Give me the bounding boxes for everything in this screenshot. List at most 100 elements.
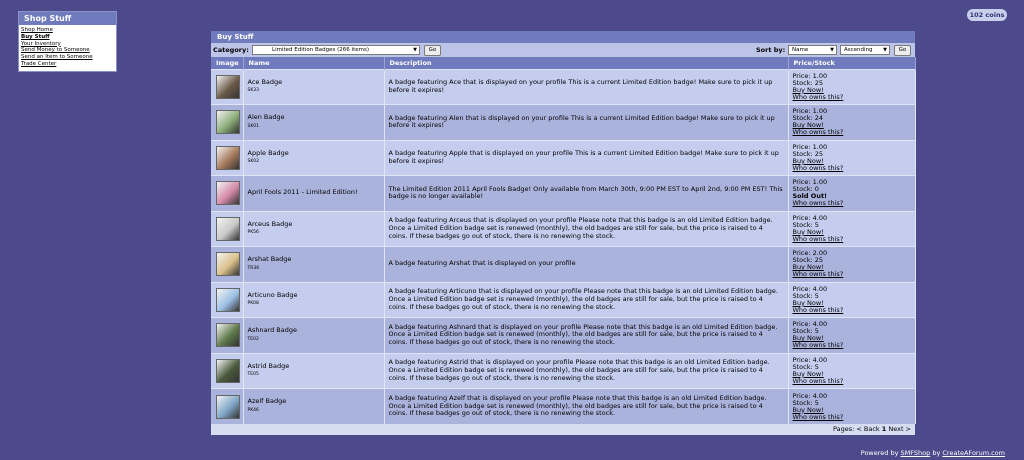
item-description: A badge featuring Apple that is displaye… (384, 139, 789, 176)
who-owns-link[interactable]: Who owns this? (793, 342, 911, 349)
item-name-cell: Apple Badge SK02 (243, 139, 385, 176)
item-image-cell (211, 281, 244, 318)
item-name: Arshat Badge (247, 255, 292, 264)
item-name: Arceus Badge (247, 219, 293, 228)
item-code: TE05 (247, 372, 259, 378)
who-owns-link[interactable]: Who owns this? (793, 235, 911, 243)
item-name-cell: April Fools 2011 - Limited Edition! (243, 175, 385, 211)
sort-field-select[interactable]: Name ▼ (788, 45, 837, 55)
item-image-cell (211, 246, 244, 282)
shop-menu: Shop Stuff Shop Home Buy Stuff Your Invent… (18, 11, 117, 72)
category-label: Category: (213, 46, 249, 54)
pagination-next-link[interactable]: Next > (888, 425, 911, 433)
item-price-stock-cell: Price: 1.00 Stock: 0 Sold Out! Who owns thi… (788, 175, 916, 211)
shop-menu-item[interactable]: Send an Item to Someone (21, 54, 114, 61)
who-owns-link[interactable]: Who owns this? (793, 271, 911, 278)
badge-thumbnail (216, 74, 240, 99)
footer-prefix: Powered by (860, 449, 899, 457)
table-row: Ashnard Badge TE02 A badge featuring Ashna… (211, 317, 916, 353)
item-price-stock-cell: Price: 2.00 Stock: 25 Buy Now! Who owns thi… (788, 246, 916, 282)
column-header-price-stock: Price/Stock (788, 57, 916, 69)
item-description: A badge featuring Articuno that is displ… (384, 281, 789, 318)
item-description: A badge featuring Arceus that is display… (384, 210, 789, 247)
who-owns-link[interactable]: Who owns this? (793, 377, 911, 385)
pagination-prefix: Pages: (832, 425, 855, 433)
sort-order-value: Ascending (844, 47, 873, 53)
item-image-cell (211, 68, 244, 105)
sortby-label: Sort by: (756, 46, 786, 54)
chevron-down-icon: ▼ (413, 47, 417, 53)
sort-field-value: Name (792, 47, 809, 53)
item-name: April Fools 2011 - Limited Edition! (247, 187, 358, 196)
who-owns-link[interactable]: Who owns this? (793, 164, 911, 172)
item-name-cell: Astrid Badge TE05 (243, 352, 385, 389)
item-code: PK08 (247, 301, 259, 307)
badge-thumbnail (216, 323, 240, 348)
category-go-button[interactable]: Go (424, 44, 441, 56)
chevron-down-icon: ▼ (830, 47, 834, 53)
pagination: Pages: < Back 1 Next > (211, 424, 915, 435)
item-price-stock-cell: Price: 4.00 Stock: 5 Buy Now! Who owns this… (788, 281, 916, 318)
shop-menu-item[interactable]: Trade Center (21, 61, 114, 68)
badge-thumbnail (216, 110, 240, 135)
sort-order-select[interactable]: Ascending ▼ (840, 45, 890, 55)
column-header-description: Description (384, 57, 789, 69)
item-description: A badge featuring Ashnard that is displa… (384, 317, 789, 353)
smfshop-link[interactable]: SMFShop (901, 449, 931, 457)
item-name-cell: Ashnard Badge TE02 (243, 317, 385, 353)
who-owns-link[interactable]: Who owns this? (793, 129, 911, 136)
pagination-back-link[interactable]: < Back (856, 425, 879, 433)
shop-menu-item[interactable]: Buy Stuff (21, 34, 114, 41)
item-name-cell: Arceus Badge PK56 (243, 210, 385, 247)
table-row: Azelf Badge PK46 A badge featuring Azelf t… (211, 388, 916, 424)
who-owns-link[interactable]: Who owns this? (793, 306, 911, 314)
item-image-cell (211, 104, 244, 140)
item-code: SK02 (247, 159, 260, 165)
item-price-stock-cell: Price: 4.00 Stock: 5 Buy Now! Who owns this… (788, 352, 916, 389)
shop-menu-item[interactable]: Shop Home (21, 27, 114, 34)
table-row: Apple Badge SK02 A badge featuring Apple t… (211, 139, 916, 176)
column-header-image: Image (211, 57, 244, 69)
footer-credits: Powered by SMFShop by CreateAForum.com (861, 449, 1005, 457)
pagination-current-page: 1 (881, 425, 887, 433)
sort-go-button[interactable]: Go (894, 44, 911, 56)
column-header-name: Name (243, 57, 385, 69)
who-owns-link[interactable]: Who owns this? (793, 93, 911, 101)
shop-menu-item[interactable]: Send Money to Someone (21, 47, 114, 54)
shop-menu-item[interactable]: Your Inventory (21, 41, 114, 48)
table-row: Astrid Badge TE05 A badge featuring Astrid… (211, 352, 916, 389)
createaforum-link[interactable]: CreateAForum.com (942, 449, 1005, 457)
who-owns-link[interactable]: Who owns this? (793, 200, 911, 207)
item-image-cell (211, 388, 244, 424)
item-name-cell: Azelf Badge PK46 (243, 388, 385, 424)
table-header-row: Image Name Description Price/Stock (211, 57, 916, 69)
table-row: Articuno Badge PK08 A badge featuring Arti… (211, 281, 916, 318)
item-description: A badge featuring Arshat that is display… (384, 246, 789, 282)
item-code: PK46 (247, 408, 259, 413)
category-select[interactable]: Limited Edition Badges (266 items) ▼ (252, 45, 420, 55)
item-name: Ashnard Badge (247, 326, 298, 335)
table-row: Arceus Badge PK56 A badge featuring Arceus… (211, 210, 916, 247)
item-image-cell (211, 352, 244, 389)
footer-mid: by (932, 449, 941, 457)
table-row: Arshat Badge TR36 A badge featuring Arshat… (211, 246, 916, 282)
item-image-cell (211, 317, 244, 353)
item-price-stock-cell: Price: 1.00 Stock: 25 Buy Now! Who owns thi… (788, 68, 916, 105)
who-owns-link[interactable]: Who owns this? (793, 413, 911, 421)
table-row: April Fools 2011 - Limited Edition! The L… (211, 175, 916, 211)
item-price-stock-cell: Price: 4.00 Stock: 5 Buy Now! Who owns this… (788, 317, 916, 353)
filter-bar: Category: Limited Edition Badges (266 it… (211, 43, 915, 57)
item-description: A badge featuring Astrid that is display… (384, 352, 789, 389)
item-code: SK33 (247, 88, 260, 94)
buy-stuff-panel: Buy Stuff Category: Limited Edition Badg… (211, 31, 916, 435)
shop-menu-title: Shop Stuff (19, 12, 116, 25)
item-description: A badge featuring Alen that is displayed… (384, 104, 789, 140)
item-name-cell: Arshat Badge TR36 (243, 246, 385, 282)
badge-thumbnail (216, 252, 240, 277)
item-price-stock-cell: Price: 1.00 Stock: 24 Buy Now! Who owns thi… (788, 104, 916, 140)
table-row: Ace Badge SK33 A badge featuring Ace that … (211, 68, 916, 105)
item-name: Articuno Badge (247, 290, 298, 299)
item-price-stock-cell: Price: 4.00 Stock: 5 Buy Now! Who owns this… (788, 388, 916, 424)
item-name: Astrid Badge (247, 361, 290, 370)
item-price-stock-cell: Price: 1.00 Stock: 25 Buy Now! Who owns thi… (788, 139, 916, 176)
